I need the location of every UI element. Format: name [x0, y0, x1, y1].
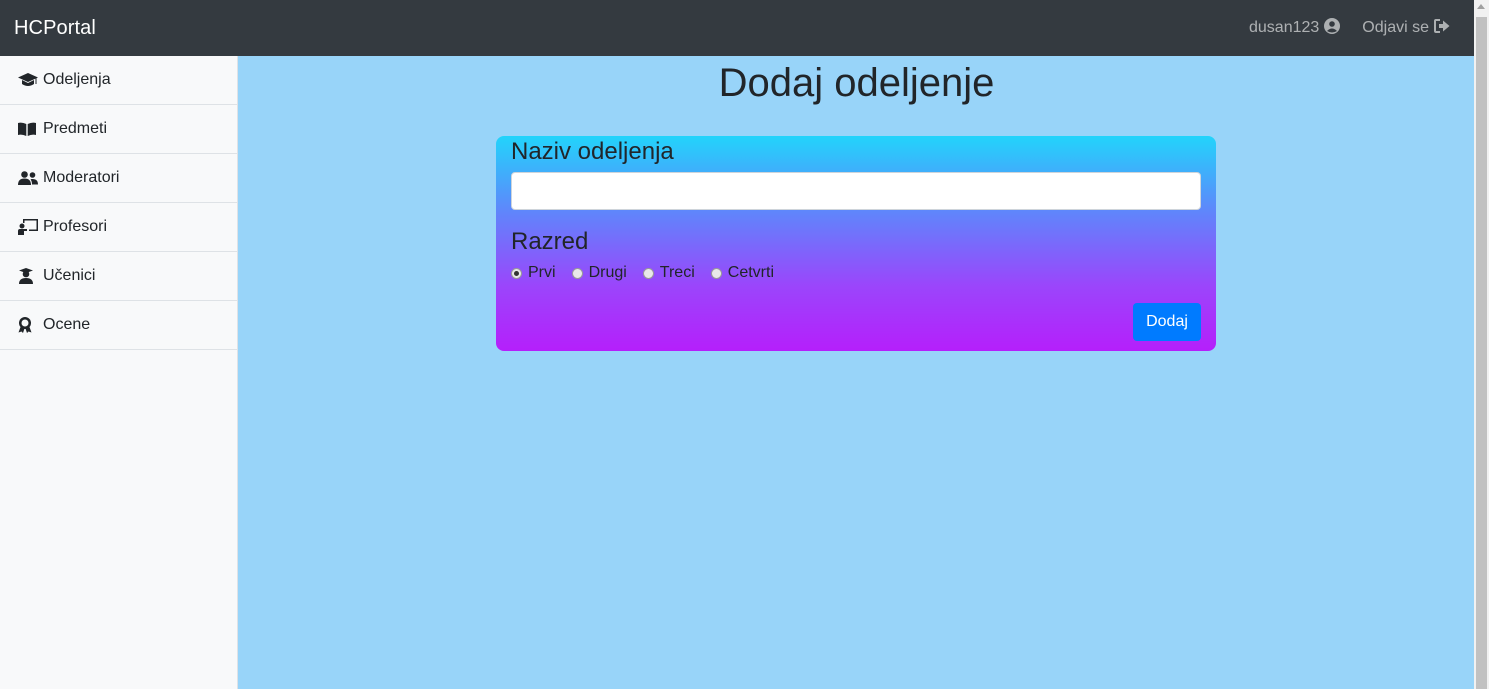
- sidebar-item-odeljenja[interactable]: Odeljenja: [0, 56, 237, 105]
- scroll-up-arrow-icon[interactable]: [1477, 4, 1485, 9]
- user-profile-link[interactable]: dusan123: [1249, 17, 1341, 39]
- page-title: Dodaj odeljenje: [718, 61, 995, 105]
- sidebar-item-moderatori[interactable]: Moderatori: [0, 154, 237, 203]
- sidebar-item-label: Učenici: [43, 267, 96, 284]
- sign-out-icon: [1434, 18, 1450, 38]
- radio-label: Cetvrti: [727, 264, 774, 281]
- radio-label: Treci: [659, 264, 695, 281]
- radio-button[interactable]: [710, 267, 722, 279]
- username-label: dusan123: [1249, 19, 1320, 36]
- logout-link[interactable]: Odjavi se: [1362, 18, 1450, 38]
- radio-label: Prvi: [528, 264, 556, 281]
- sidebar-item-label: Profesori: [43, 218, 108, 235]
- sidebar-item-ocene[interactable]: Ocene: [0, 301, 237, 350]
- grade-option-cetvrti[interactable]: Cetvrti: [710, 264, 774, 282]
- add-button[interactable]: Dodaj: [1133, 303, 1201, 341]
- sidebar-item-label: Moderatori: [43, 169, 120, 186]
- scrollbar-thumb[interactable]: [1476, 17, 1487, 689]
- radio-button[interactable]: [511, 267, 522, 279]
- grade-option-drugi[interactable]: Drugi: [571, 264, 627, 282]
- sidebar-item-label: Ocene: [43, 316, 91, 333]
- vertical-scrollbar[interactable]: [1474, 0, 1489, 689]
- grade-option-treci[interactable]: Treci: [642, 264, 695, 282]
- navbar-user-area: dusan123 Odjavi se: [1249, 17, 1450, 39]
- main-content: Dodaj odeljenje Naziv odeljenja Razred P…: [239, 56, 1474, 689]
- grade-option-prvi[interactable]: Prvi: [511, 264, 556, 282]
- book-open-icon: [18, 121, 40, 137]
- user-circle-icon: [1324, 17, 1341, 39]
- radio-button[interactable]: [642, 267, 654, 279]
- grade-radio-group: Prvi Drugi Treci Cetvrti: [511, 264, 790, 282]
- class-name-label: Naziv odeljenja: [511, 138, 674, 165]
- graduation-cap-icon: [18, 72, 40, 88]
- class-name-input[interactable]: [511, 172, 1201, 210]
- top-navbar: HCPortal dusan123 Odjavi se: [0, 0, 1474, 56]
- sidebar-item-label: Predmeti: [43, 120, 108, 137]
- sidebar: Odeljenja Predmeti Moderatori Profesori …: [0, 56, 238, 689]
- logout-label: Odjavi se: [1362, 19, 1429, 36]
- sidebar-item-label: Odeljenja: [43, 71, 111, 88]
- chalkboard-teacher-icon: [18, 219, 40, 235]
- brand-logo[interactable]: HCPortal: [14, 17, 96, 40]
- sidebar-item-profesori[interactable]: Profesori: [0, 203, 237, 252]
- users-icon: [18, 170, 40, 186]
- sidebar-item-ucenici[interactable]: Učenici: [0, 252, 237, 301]
- radio-label: Drugi: [588, 264, 627, 281]
- sidebar-item-predmeti[interactable]: Predmeti: [0, 105, 237, 154]
- radio-button[interactable]: [571, 267, 583, 279]
- add-class-form: Naziv odeljenja Razred Prvi Drugi Treci …: [496, 136, 1216, 351]
- award-icon: [18, 317, 40, 333]
- grade-label: Razred: [511, 228, 589, 255]
- user-graduate-icon: [18, 268, 40, 284]
